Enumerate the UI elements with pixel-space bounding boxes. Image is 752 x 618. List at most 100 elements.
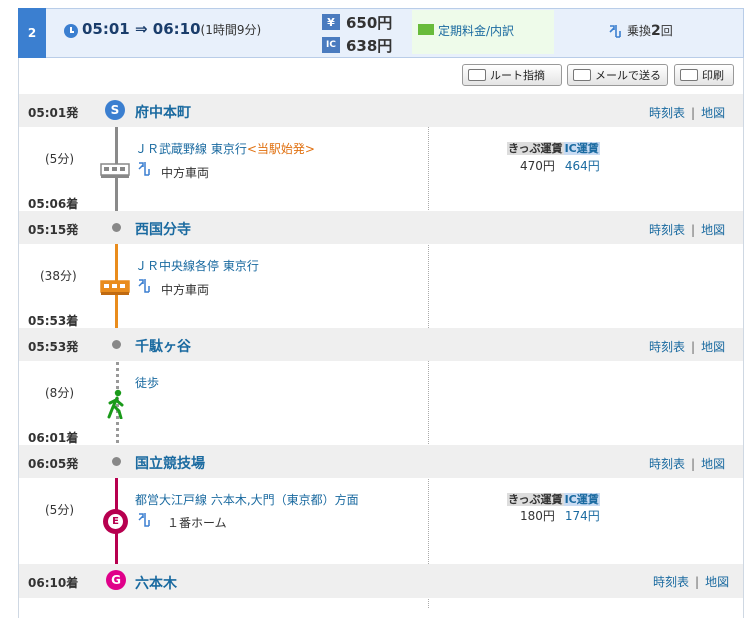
line-name[interactable]: ＪＲ中央線各停 東京行: [135, 257, 259, 274]
map-link[interactable]: 地図: [701, 457, 725, 471]
station-links: 時刻表 | 地図: [649, 455, 725, 472]
station-links: 時刻表 | 地図: [653, 573, 729, 590]
timetable-link[interactable]: 時刻表: [649, 340, 685, 354]
station-dot: [112, 223, 121, 232]
print-button[interactable]: 印刷: [674, 64, 734, 86]
map-link[interactable]: 地図: [705, 575, 729, 589]
car-position-icon: [138, 279, 150, 293]
fare-kippu-label: きっぷ運賃: [507, 493, 564, 506]
route-report-label: ルート指摘: [490, 69, 545, 82]
station-time: 05:15発: [28, 223, 79, 237]
teiki-link[interactable]: 定期料金/内訳: [438, 22, 514, 39]
fare-ic-value: 174円: [564, 509, 600, 523]
platform-icon: [138, 513, 150, 527]
fare-heading: きっぷ運賃 IC運賃: [507, 140, 600, 156]
route-duration: (1時間9分): [200, 23, 262, 37]
fare-total: 650円: [346, 14, 393, 32]
yen-icon: ¥: [322, 14, 340, 30]
timetable-link[interactable]: 時刻表: [649, 223, 685, 237]
segment-duration: (5分): [45, 152, 74, 166]
route-time: 05:01 ⇒ 06:10(1時間9分): [82, 20, 261, 38]
fare-ic: 638円: [346, 37, 393, 55]
station-row: [19, 445, 743, 478]
transfer-suffix: 回: [660, 24, 673, 38]
station-name[interactable]: 国立競技場: [135, 453, 205, 473]
transfer-count: 乗換2回: [627, 22, 673, 39]
fare-heading: きっぷ運賃 IC運賃: [507, 491, 600, 507]
map-link[interactable]: 地図: [701, 106, 725, 120]
car-position-icon: [138, 162, 150, 176]
station-name[interactable]: 千駄ヶ谷: [135, 336, 191, 356]
mail-icon: [573, 69, 591, 81]
timetable-link[interactable]: 時刻表: [653, 575, 689, 589]
fare-kippu-value: 470円: [520, 159, 555, 173]
station-links: 時刻表 | 地図: [649, 221, 725, 238]
send-mail-label: メールで送る: [595, 69, 661, 82]
link-separator: |: [691, 106, 696, 120]
fare-ic-label: IC運賃: [563, 142, 600, 155]
station-links: 時刻表 | 地図: [649, 104, 725, 121]
platform-number: １番ホーム: [167, 516, 227, 530]
station-name[interactable]: 府中本町: [135, 102, 191, 122]
goal-marker-icon: G: [106, 570, 126, 590]
route-time-range: 05:01 ⇒ 06:10: [82, 20, 201, 38]
link-separator: |: [691, 340, 696, 354]
timetable-link[interactable]: 時刻表: [649, 106, 685, 120]
transfer-number: 2: [651, 23, 661, 39]
oedo-line-icon: E: [103, 509, 128, 534]
walking-person-icon: [107, 389, 124, 419]
segment-duration: (8分): [45, 386, 74, 400]
walk-label: 徒歩: [135, 376, 160, 390]
map-link[interactable]: 地図: [701, 340, 725, 354]
fare-ic-value: 464円: [564, 159, 600, 173]
station-name[interactable]: 六本木: [135, 573, 177, 593]
car-position: 中方車両: [161, 166, 210, 180]
ic-card-icon: IC: [322, 37, 340, 53]
train-icon: [100, 280, 130, 295]
teiki-pass-icon: [418, 24, 434, 35]
arrival-time: 05:06着: [28, 197, 79, 211]
station-name[interactable]: 西国分寺: [135, 219, 191, 239]
station-row: [19, 564, 743, 598]
send-mail-button[interactable]: メールで送る: [567, 64, 668, 86]
route-number: 2: [18, 8, 46, 58]
route-report-button[interactable]: ルート指摘: [462, 64, 562, 86]
line-name-text: ＪＲ武蔵野線 東京行: [135, 142, 247, 156]
start-marker-icon: S: [105, 100, 125, 120]
station-time: 06:10着: [28, 576, 79, 590]
link-separator: |: [691, 457, 696, 471]
station-dot: [112, 457, 121, 466]
station-row: [19, 211, 743, 244]
station-dot: [112, 340, 121, 349]
station-time: 05:53発: [28, 340, 79, 354]
line-name[interactable]: ＪＲ武蔵野線 東京行<当駅始発>: [135, 140, 315, 157]
station-row: [19, 328, 743, 361]
fare-values: 470円 464円: [520, 157, 600, 174]
car-position: 中方車両: [161, 283, 210, 297]
link-separator: |: [691, 223, 696, 237]
first-train-note: <当駅始発>: [246, 142, 315, 156]
station-time: 06:05発: [28, 457, 79, 471]
fare-values: 180円 174円: [520, 507, 600, 524]
finger-icon: [468, 69, 486, 81]
print-label: 印刷: [702, 69, 724, 82]
train-icon: [100, 163, 130, 178]
printer-icon: [680, 69, 698, 81]
station-time: 05:01発: [28, 106, 79, 120]
line-name[interactable]: 都営大江戸線 六本木,大門（東京都）方面: [135, 491, 359, 508]
fare-ic-label: IC運賃: [563, 493, 600, 506]
arrival-time: 05:53着: [28, 314, 79, 328]
fare-kippu-label: きっぷ運賃: [507, 142, 564, 155]
transfer-prefix: 乗換: [627, 24, 652, 38]
station-row: [19, 94, 743, 127]
arrival-time: 06:01着: [28, 431, 79, 445]
clock-icon: [64, 24, 78, 38]
timetable-link[interactable]: 時刻表: [649, 457, 685, 471]
fare-kippu-value: 180円: [520, 509, 555, 523]
map-link[interactable]: 地図: [701, 223, 725, 237]
segment-duration: (5分): [45, 503, 74, 517]
segment-duration: (38分): [40, 269, 77, 283]
transfer-icon: [609, 25, 621, 38]
station-links: 時刻表 | 地図: [649, 338, 725, 355]
oedo-line-letter: E: [108, 514, 123, 529]
